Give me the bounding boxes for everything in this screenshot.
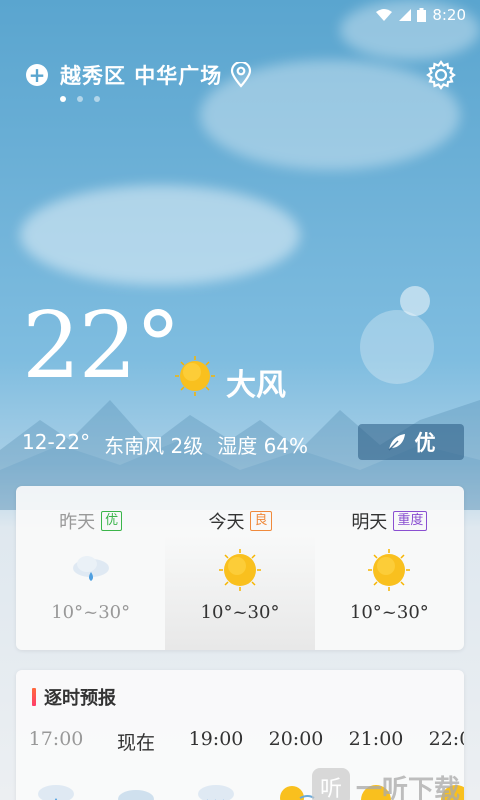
page-indicator (60, 96, 100, 102)
sunny-icon (175, 356, 215, 396)
sunny-icon (218, 549, 261, 591)
watermark-logo: 听 (311, 768, 350, 800)
light-rain-icon (72, 556, 109, 581)
day-column-yesterday[interactable]: 昨天 优 10°~30° (16, 486, 165, 650)
cloud-decoration (20, 185, 300, 285)
status-bar: 8:20 (0, 0, 480, 30)
current-condition: 大风 (226, 368, 286, 403)
hour-time: 21:00 (348, 728, 404, 750)
page-dot-active[interactable] (60, 96, 66, 102)
watermark: 听 一听下载 (311, 768, 460, 800)
hour-time: 22:00 (428, 728, 464, 750)
location-pin-icon[interactable] (230, 62, 252, 88)
signal-icon (399, 9, 412, 21)
wifi-icon (376, 9, 393, 21)
header: + 越秀区 中华广场 (26, 58, 456, 92)
hourly-title: 逐时预报 (44, 688, 116, 709)
day-label: 今天 (208, 512, 245, 533)
hour-time: 20:00 (268, 728, 324, 750)
wind-info: 东南风 2级 (104, 434, 204, 458)
air-quality-label: 优 (414, 431, 436, 455)
day-label: 明天 (351, 512, 388, 533)
hourly-forecast-card: 逐时预报 17:00 现在 19:00 20:00 21:00 22: 听 一听… (16, 670, 464, 800)
hourly-item-now: 现在 (96, 728, 176, 800)
hour-time: 17:00 (28, 728, 84, 750)
three-day-forecast-card: 昨天 优 10°~30° 今天 良 10°~30° 明天 重度 10°~30° (16, 486, 464, 650)
status-time: 8:20 (432, 6, 466, 24)
location-name[interactable]: 越秀区 中华广场 (60, 60, 222, 90)
day-column-today[interactable]: 今天 良 10°~30° (165, 486, 315, 650)
hour-time: 现在 (116, 732, 155, 754)
weather-details: 12-22° 东南风 2级 湿度 64% (22, 430, 308, 459)
hourly-item: 19:00 (176, 728, 256, 800)
day-label: 昨天 (59, 512, 96, 533)
page-dot[interactable] (77, 96, 83, 102)
day-temp-range: 10°~30° (200, 602, 280, 623)
light-rain-icon (118, 790, 154, 800)
hour-time: 19:00 (188, 728, 244, 750)
aqi-badge: 良 (250, 511, 272, 531)
battery-icon (417, 8, 427, 22)
sunny-icon (368, 549, 411, 591)
aqi-badge: 重度 (393, 511, 428, 531)
day-temp-range: 10°~30° (349, 602, 429, 623)
humidity-info: 湿度 64% (217, 434, 309, 458)
light-rain-icon (38, 785, 74, 800)
heavy-rain-icon (198, 785, 234, 800)
day-column-tomorrow[interactable]: 明天 重度 10°~30° (315, 486, 464, 650)
add-city-button[interactable]: + (26, 64, 48, 86)
title-accent-bar (32, 688, 36, 706)
temperature-range: 12-22° (22, 430, 91, 454)
watermark-text: 一听下载 (355, 774, 460, 800)
current-temperature: 22° (22, 292, 181, 399)
settings-gear-icon[interactable] (426, 60, 456, 90)
bubble-decoration (400, 286, 430, 316)
plus-icon: + (28, 63, 46, 87)
aqi-badge: 优 (101, 511, 123, 531)
page-dot[interactable] (94, 96, 100, 102)
hourly-item: 17:00 (16, 728, 96, 800)
day-temp-range: 10°~30° (51, 602, 131, 623)
air-quality-button[interactable]: 优 (358, 424, 464, 460)
leaf-icon (388, 434, 405, 451)
